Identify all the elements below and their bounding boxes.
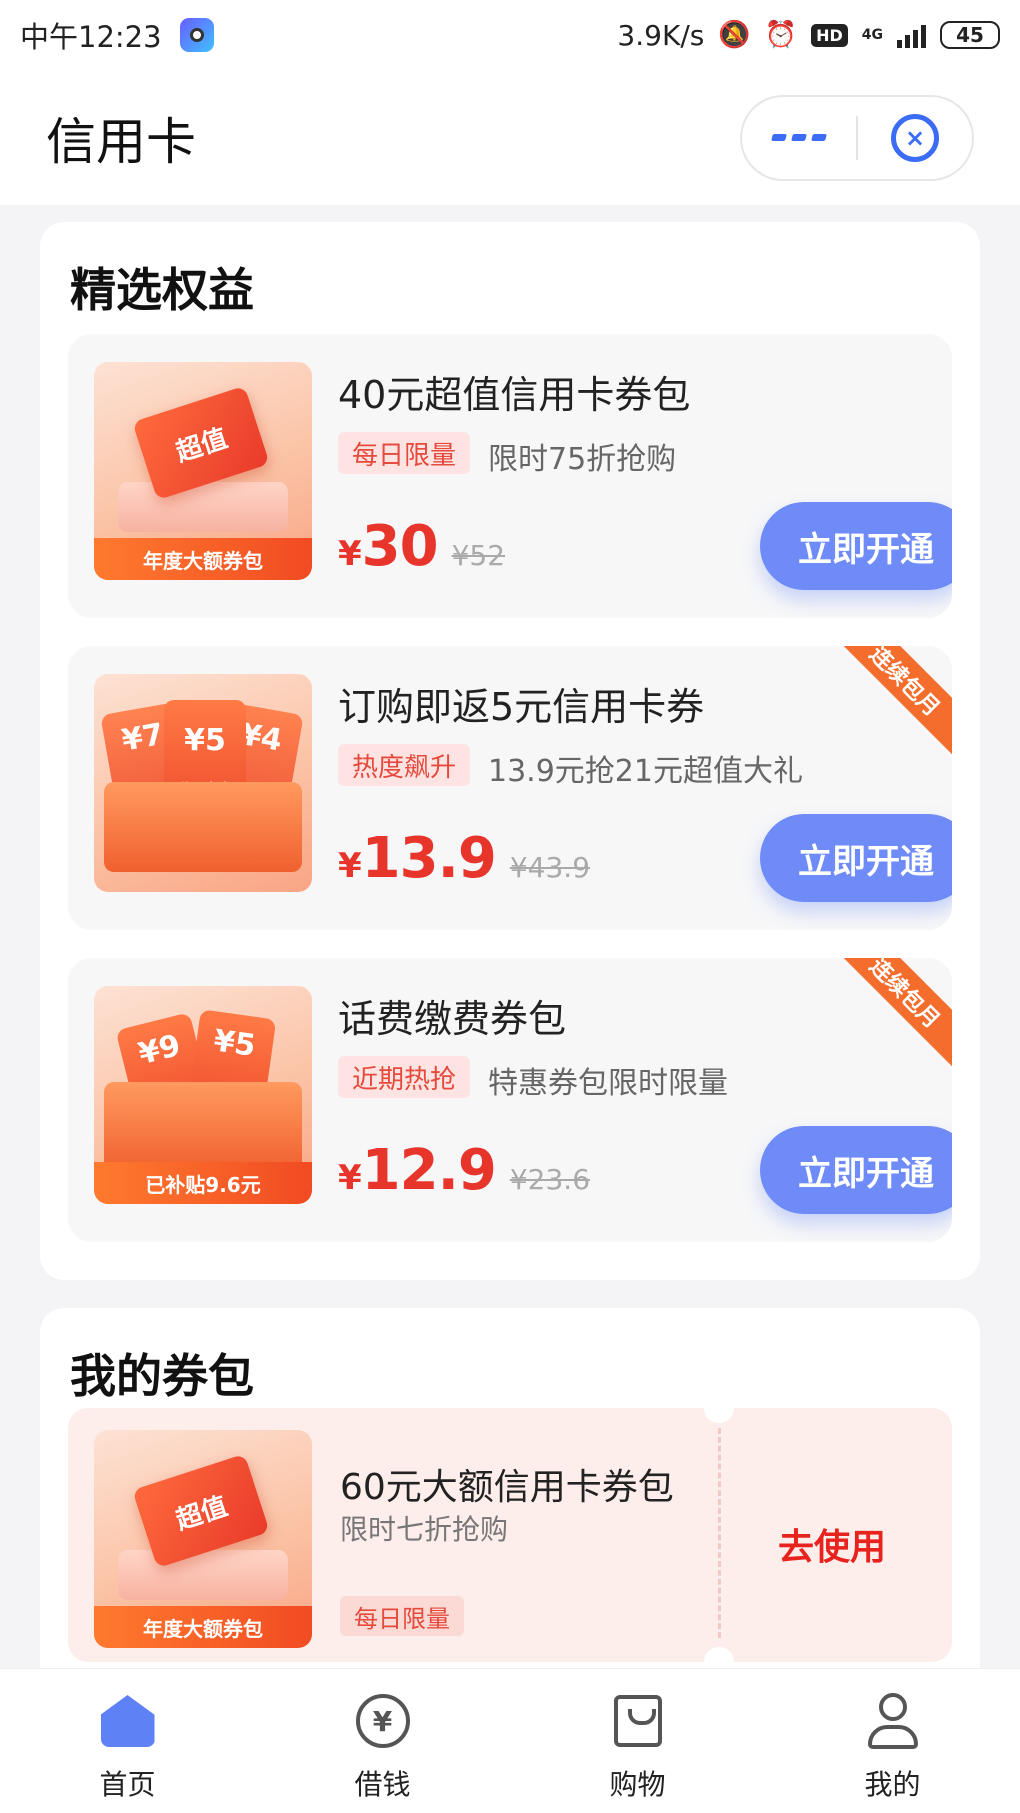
benefit-desc: 特惠券包限时限量 <box>488 1066 728 1101</box>
open-now-button[interactable]: 立即开通 <box>760 1126 952 1214</box>
benefit-tag: 近期热抢 <box>338 1056 471 1098</box>
camera-app-icon <box>179 18 214 52</box>
coupon-subtitle: 限时七折抢购 <box>340 1513 509 1546</box>
nav-shopping[interactable]: 购物 <box>510 1669 765 1813</box>
page-title: 信用卡 <box>46 112 196 171</box>
benefit-desc: 13.9元抢21元超值大礼 <box>488 754 803 789</box>
more-dots-icon <box>771 134 827 141</box>
nav-home[interactable]: 首页 <box>0 1669 255 1813</box>
benefit-item[interactable]: ¥7 ¥4 ¥5 信用卡券 连续包月 订购即返5元信用卡券 热度飙升 13.9元… <box>68 646 952 930</box>
use-coupon-button[interactable]: 去使用 <box>778 1518 886 1570</box>
benefit-title: 话费缴费券包 <box>338 997 567 1041</box>
benefit-item[interactable]: ¥9 ¥5 已补贴9.6元 连续包月 话费缴费券包 近期热抢 特惠券包限时限量 … <box>68 958 952 1242</box>
alarm-icon: ⏰ <box>764 20 798 50</box>
benefit-tag: 热度飙升 <box>338 744 471 786</box>
price-row: ¥ 13.9 ¥43.9 <box>338 826 590 891</box>
yen-icon: ¥ <box>353 1691 413 1751</box>
open-now-button[interactable]: 立即开通 <box>760 502 952 590</box>
coupon-pack-image: ¥7 ¥4 ¥5 信用卡券 <box>94 674 312 892</box>
corner-badge: 连续包月 <box>828 958 952 1070</box>
podium-graphic <box>118 482 288 532</box>
benefit-desc: 限时75折抢购 <box>488 442 677 477</box>
signal-icon <box>897 22 926 48</box>
original-price: ¥43.9 <box>509 851 591 884</box>
currency-symbol: ¥ <box>338 534 362 574</box>
hd-badge: HD <box>811 23 848 47</box>
more-button[interactable] <box>742 97 856 179</box>
benefit-title: 订购即返5元信用卡券 <box>338 685 705 729</box>
close-mini-program-button[interactable]: × <box>858 97 972 179</box>
mute-bell-icon: 🔕 <box>718 20 751 50</box>
nav-label: 购物 <box>609 1768 666 1801</box>
status-time: 中午12:23 <box>20 20 162 54</box>
home-icon <box>98 1691 158 1751</box>
original-price: ¥52 <box>451 539 506 572</box>
nav-label: 首页 <box>99 1768 156 1801</box>
benefits-title: 精选权益 <box>70 263 254 317</box>
thumb-ribbon: 已补贴9.6元 <box>94 1162 312 1204</box>
nav-label: 我的 <box>864 1768 921 1801</box>
coupon-tag: 每日限量 <box>340 1596 464 1636</box>
thumb-ribbon: 年度大额券包 <box>94 1606 312 1648</box>
envelope-graphic <box>104 782 302 872</box>
my-coupons-title: 我的券包 <box>70 1349 254 1403</box>
price: 13.9 <box>361 826 497 891</box>
mini-program-capsule: × <box>740 94 974 181</box>
coupon-notch <box>704 1647 734 1662</box>
price-row: ¥ 12.9 ¥23.6 <box>338 1138 590 1203</box>
network-type: 4G <box>861 27 883 43</box>
my-coupons-section: 我的券包 超值 年度大额券包 60元大额信用卡券包 限时七折抢购 每日限量 去使… <box>40 1308 980 1688</box>
nav-borrow[interactable]: ¥ 借钱 <box>255 1669 510 1813</box>
close-icon: × <box>891 113 939 162</box>
user-icon <box>863 1691 923 1751</box>
coupon-chip-value: ¥5 <box>184 723 226 758</box>
bottom-nav: 首页 ¥ 借钱 购物 我的 <box>0 1668 1020 1813</box>
battery-icon: 45 <box>940 21 1000 49</box>
status-indicators: 3.9K/s 🔕 ⏰ HD 4G 45 <box>617 19 1000 52</box>
benefit-item[interactable]: 超值 年度大额券包 40元超值信用卡券包 每日限量 限时75折抢购 ¥ 30 ¥… <box>68 334 952 618</box>
net-speed: 3.9K/s <box>617 18 705 52</box>
coupon-title: 60元大额信用卡券包 <box>340 1467 674 1508</box>
benefits-section: 精选权益 超值 年度大额券包 40元超值信用卡券包 每日限量 限时75折抢购 ¥… <box>40 222 980 1280</box>
nav-mine[interactable]: 我的 <box>765 1669 1020 1813</box>
envelope-graphic <box>104 1082 302 1172</box>
currency-symbol: ¥ <box>338 1158 362 1198</box>
coupon-pack-image: 超值 年度大额券包 <box>94 362 312 580</box>
benefit-tag: 每日限量 <box>338 432 471 474</box>
open-now-button[interactable]: 立即开通 <box>760 814 952 902</box>
thumb-ribbon: 年度大额券包 <box>94 538 312 580</box>
currency-symbol: ¥ <box>338 846 362 886</box>
page-header: 信用卡 × <box>0 70 1020 205</box>
status-bar: 中午12:23 3.9K/s 🔕 ⏰ HD 4G 45 <box>0 0 1020 70</box>
price-row: ¥ 30 ¥52 <box>338 514 505 579</box>
coupon-pack-image: 超值 年度大额券包 <box>94 1430 312 1648</box>
shopping-bag-icon <box>608 1691 668 1751</box>
corner-badge: 连续包月 <box>828 646 952 758</box>
nav-label: 借钱 <box>354 1768 411 1801</box>
price: 30 <box>361 514 439 579</box>
benefit-title: 40元超值信用卡券包 <box>338 373 691 417</box>
my-coupon-card[interactable]: 超值 年度大额券包 60元大额信用卡券包 限时七折抢购 每日限量 去使用 <box>68 1408 952 1662</box>
coupon-pack-image: ¥9 ¥5 已补贴9.6元 <box>94 986 312 1204</box>
coupon-notch <box>704 1408 734 1423</box>
coupon-divider <box>718 1428 721 1638</box>
podium-graphic <box>118 1550 288 1600</box>
battery-level: 45 <box>956 23 984 47</box>
price: 12.9 <box>361 1138 497 1203</box>
original-price: ¥23.6 <box>509 1163 591 1196</box>
